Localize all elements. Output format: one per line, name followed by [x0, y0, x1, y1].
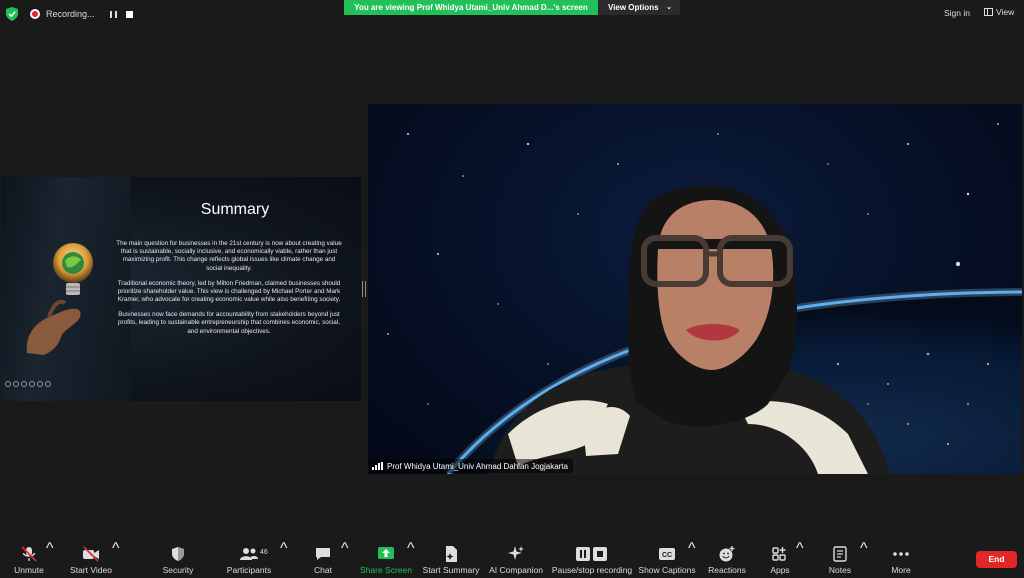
- reactions-icon: [719, 546, 735, 562]
- video-options-caret[interactable]: ^: [112, 540, 120, 558]
- reactions-label: Reactions: [708, 565, 746, 575]
- screen-share-banner: You are viewing Prof Whidya Utami_Univ A…: [344, 0, 598, 15]
- pause-stop-recording-button[interactable]: Pause/stop recording: [550, 540, 634, 578]
- recording-indicator: Recording...: [30, 6, 135, 22]
- stop-icon: [126, 10, 134, 18]
- next-slide-icon[interactable]: [45, 381, 51, 387]
- pause-stop-recording-label: Pause/stop recording: [551, 565, 633, 575]
- video-off-icon: [83, 546, 99, 562]
- notes-label: Notes: [828, 565, 852, 575]
- prev-slide-icon[interactable]: [5, 381, 11, 387]
- pause-recording-button[interactable]: [109, 9, 119, 19]
- participants-button[interactable]: 46 Participants: [222, 540, 276, 578]
- pause-icon: [110, 10, 118, 18]
- lightbulb-icon: [53, 243, 93, 295]
- shared-screen-slide[interactable]: Summary The main question for businesses…: [1, 177, 361, 401]
- notes-options-caret[interactable]: ^: [860, 540, 868, 558]
- unmute-label: Unmute: [14, 565, 44, 575]
- share-screen-button[interactable]: Share Screen: [358, 540, 414, 578]
- chat-button[interactable]: Chat: [304, 540, 342, 578]
- start-video-button[interactable]: Start Video: [64, 540, 118, 578]
- sign-in-button[interactable]: Sign in: [944, 8, 970, 18]
- participants-icon: [240, 548, 258, 560]
- end-meeting-button[interactable]: End: [976, 551, 1017, 568]
- apps-options-caret[interactable]: ^: [796, 540, 804, 558]
- share-options-caret[interactable]: ^: [407, 540, 415, 558]
- grid-icon[interactable]: [29, 381, 35, 387]
- zoom-icon[interactable]: [21, 381, 27, 387]
- notes-button[interactable]: Notes: [822, 540, 858, 578]
- connection-signal-icon: [372, 462, 383, 470]
- view-label: View: [996, 7, 1015, 17]
- record-icon: [30, 9, 40, 19]
- security-label: Security: [162, 565, 194, 575]
- recording-label: Recording...: [46, 9, 95, 19]
- participant-name: Prof Whidya Utami_Univ Ahmad Dahlan Jogj…: [387, 461, 568, 471]
- slide-paragraph: Businesses now face demands for accounta…: [118, 311, 340, 335]
- share-screen-label: Share Screen: [360, 565, 412, 575]
- slide-title: Summary: [200, 201, 270, 218]
- more-button[interactable]: More: [882, 540, 920, 578]
- meeting-toolbar: Unmute ^ Start Video ^ Security 46 Parti…: [0, 540, 1024, 578]
- show-captions-label: Show Captions: [638, 565, 696, 575]
- meeting-top-bar: Recording... You are viewing Prof Whidya…: [0, 0, 1024, 28]
- pen-icon[interactable]: [13, 381, 19, 387]
- security-button[interactable]: Security: [156, 540, 200, 578]
- participant-name-tag: Prof Whidya Utami_Univ Ahmad Dahlan Jogj…: [369, 459, 573, 473]
- view-button[interactable]: View: [984, 7, 1014, 17]
- svg-text:CC: CC: [662, 552, 672, 559]
- apps-button[interactable]: Apps: [762, 540, 798, 578]
- participants-label: Participants: [226, 565, 272, 575]
- chat-label: Chat: [314, 565, 332, 575]
- apps-icon: [772, 547, 786, 561]
- stop-recording-button[interactable]: [125, 9, 135, 19]
- captions-options-caret[interactable]: ^: [688, 540, 696, 558]
- chevron-down-icon: ⌄: [666, 4, 672, 11]
- panel-resize-handle[interactable]: [362, 281, 366, 297]
- participants-options-caret[interactable]: ^: [280, 540, 288, 558]
- mic-muted-icon: [21, 546, 37, 562]
- summary-icon: [446, 546, 457, 562]
- sparkle-icon: [508, 546, 524, 560]
- chat-options-caret[interactable]: ^: [341, 540, 349, 558]
- reactions-button[interactable]: Reactions: [704, 540, 750, 578]
- participant-count: 46: [260, 549, 268, 556]
- ai-companion-button[interactable]: AI Companion: [486, 540, 546, 578]
- captions-icon: CC: [659, 548, 675, 560]
- more-slide-icon[interactable]: [37, 381, 43, 387]
- slide-controls: [5, 381, 51, 387]
- audio-options-caret[interactable]: ^: [46, 540, 54, 558]
- view-options-label: View Options: [608, 3, 659, 12]
- view-options-button[interactable]: View Options ⌄: [598, 0, 680, 15]
- slide-paragraph: The main question for businesses in the …: [116, 240, 342, 272]
- hand-image: [26, 299, 81, 355]
- layout-icon: [984, 8, 993, 16]
- encryption-shield-icon[interactable]: [6, 7, 18, 21]
- video-frame: [387, 123, 1022, 474]
- apps-label: Apps: [770, 565, 790, 575]
- notes-icon: [833, 546, 847, 562]
- ai-companion-label: AI Companion: [489, 565, 543, 575]
- slide-body: The main question for businesses in the …: [116, 240, 342, 343]
- start-summary-label: Start Summary: [422, 565, 480, 575]
- pause-stop-icon: [576, 547, 607, 561]
- participant-video[interactable]: Prof Whidya Utami_Univ Ahmad Dahlan Jogj…: [368, 104, 1022, 474]
- start-video-label: Start Video: [70, 565, 112, 575]
- chat-icon: [316, 548, 330, 560]
- more-label: More: [891, 565, 911, 575]
- share-screen-icon: [378, 547, 394, 559]
- shield-icon: [172, 547, 184, 561]
- slide-paragraph: Traditional economic theory, led by Milt…: [117, 279, 341, 304]
- more-icon: [893, 552, 909, 556]
- start-summary-button[interactable]: Start Summary: [420, 540, 482, 578]
